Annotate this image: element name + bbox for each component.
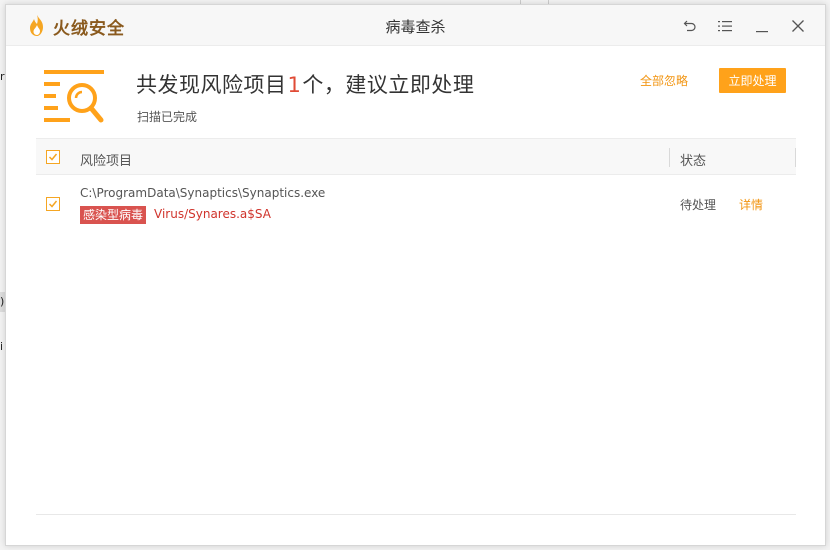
- virus-scan-window: 火绒安全 病毒查杀 共发现风险项目 1 个，建议立即处理 扫描已完成 全部忽略 …: [5, 4, 826, 546]
- back-icon: [683, 20, 696, 32]
- table-header: 风险项目 状态: [36, 138, 796, 175]
- headline-prefix: 共发现风险项目: [136, 73, 287, 97]
- footer-divider: [36, 514, 796, 515]
- handle-now-button[interactable]: 立即处理: [719, 68, 786, 93]
- column-divider: [669, 148, 670, 167]
- details-link[interactable]: 详情: [739, 196, 763, 213]
- risk-count: 1: [287, 73, 302, 97]
- scan-result-headline: 共发现风险项目 1 个，建议立即处理: [136, 69, 474, 99]
- column-divider: [795, 148, 796, 167]
- ignore-all-link[interactable]: 全部忽略: [640, 72, 688, 89]
- threat-type-badge: 感染型病毒: [80, 206, 147, 224]
- close-button[interactable]: [787, 15, 809, 37]
- close-icon: [792, 20, 804, 32]
- background-text-fragment: i: [0, 340, 4, 353]
- headline-suffix: 个，建议立即处理: [302, 73, 475, 97]
- back-button[interactable]: [679, 15, 701, 37]
- title-bar[interactable]: 火绒安全 病毒查杀: [6, 5, 825, 46]
- file-path: C:\ProgramData\Synaptics\Synaptics.exe: [80, 186, 326, 200]
- menu-icon: [718, 21, 732, 32]
- minimize-icon: [756, 31, 768, 33]
- window-title: 病毒查杀: [385, 18, 446, 36]
- table-row: C:\ProgramData\Synaptics\Synaptics.exe 感…: [36, 176, 796, 236]
- menu-button[interactable]: [714, 15, 736, 37]
- scan-status-text: 扫描已完成: [137, 110, 198, 124]
- row-checkbox[interactable]: [46, 197, 60, 211]
- background-text-fragment: r: [0, 70, 5, 83]
- minimize-button[interactable]: [751, 15, 773, 37]
- checkmark-icon: [48, 153, 58, 161]
- select-all-checkbox[interactable]: [46, 150, 60, 164]
- checkmark-icon: [48, 200, 58, 208]
- scan-report-icon: [44, 70, 104, 123]
- row-status: 待处理: [680, 198, 717, 212]
- column-header-status: 状态: [680, 154, 707, 169]
- column-header-risk: 风险项目: [80, 154, 133, 169]
- virus-name: Virus/Synares.a$SA: [154, 207, 271, 221]
